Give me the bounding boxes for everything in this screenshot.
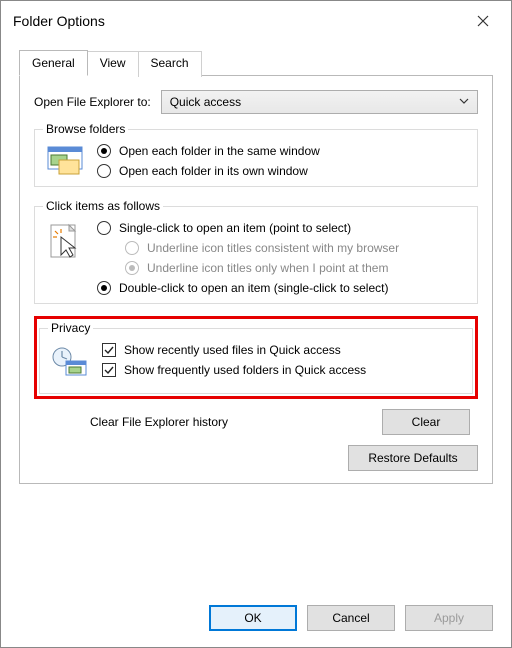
restore-defaults-button[interactable]: Restore Defaults <box>348 445 478 471</box>
open-explorer-row: Open File Explorer to: Quick access <box>34 90 478 114</box>
window-folder-icon <box>47 146 83 178</box>
tab-panel-general: Open File Explorer to: Quick access Brow… <box>19 75 493 484</box>
radio-icon <box>125 241 139 255</box>
clear-history-row: Clear File Explorer history Clear <box>90 409 470 435</box>
click-items-legend: Click items as follows <box>43 199 163 213</box>
check-icon <box>104 365 114 375</box>
browse-folders-icon <box>43 144 87 178</box>
radio-icon <box>97 221 111 235</box>
apply-button[interactable]: Apply <box>405 605 493 631</box>
privacy-legend: Privacy <box>48 321 93 335</box>
checkbox-icon <box>102 343 116 357</box>
checkbox-frequent-folders-label: Show frequently used folders in Quick ac… <box>124 363 366 377</box>
radio-single-click-label: Single-click to open an item (point to s… <box>119 221 351 235</box>
open-explorer-value: Quick access <box>170 95 241 109</box>
open-explorer-select[interactable]: Quick access <box>161 90 478 114</box>
titlebar: Folder Options <box>1 1 511 41</box>
radio-same-window-label: Open each folder in the same window <box>119 144 320 158</box>
open-explorer-label: Open File Explorer to: <box>34 95 151 109</box>
radio-own-window[interactable]: Open each folder in its own window <box>97 164 469 178</box>
folder-options-dialog: Folder Options General View Search Open … <box>0 0 512 648</box>
radio-underline-point: Underline icon titles only when I point … <box>125 261 469 275</box>
radio-double-click-label: Double-click to open an item (single-cli… <box>119 281 388 295</box>
restore-defaults-row: Restore Defaults <box>34 445 478 471</box>
window-title: Folder Options <box>13 13 105 29</box>
click-items-icon <box>43 221 87 263</box>
tab-strip: General View Search <box>19 49 493 75</box>
tab-view[interactable]: View <box>88 51 139 77</box>
radio-icon <box>97 164 111 178</box>
checkbox-recent-files-label: Show recently used files in Quick access <box>124 343 341 357</box>
group-browse-folders: Browse folders Open each folde <box>34 122 478 187</box>
radio-icon <box>97 281 111 295</box>
privacy-icon <box>48 343 92 385</box>
radio-single-click[interactable]: Single-click to open an item (point to s… <box>97 221 469 235</box>
clear-history-label: Clear File Explorer history <box>90 415 228 429</box>
privacy-highlight: Privacy <box>34 316 478 399</box>
radio-own-window-label: Open each folder in its own window <box>119 164 308 178</box>
group-privacy: Privacy <box>39 321 473 394</box>
radio-icon <box>125 261 139 275</box>
radio-underline-browser-label: Underline icon titles consistent with my… <box>147 241 399 255</box>
history-files-icon <box>50 345 90 385</box>
radio-icon <box>97 144 111 158</box>
cancel-button[interactable]: Cancel <box>307 605 395 631</box>
tab-general[interactable]: General <box>19 50 88 76</box>
checkbox-recent-files[interactable]: Show recently used files in Quick access <box>102 343 464 357</box>
group-click-items: Click items as follows <box>34 199 478 304</box>
dialog-footer: OK Cancel Apply <box>1 589 511 647</box>
document-cursor-icon <box>47 223 83 263</box>
radio-double-click[interactable]: Double-click to open an item (single-cli… <box>97 281 469 295</box>
radio-underline-browser: Underline icon titles consistent with my… <box>125 241 469 255</box>
dialog-body: General View Search Open File Explorer t… <box>1 41 511 589</box>
tab-search[interactable]: Search <box>139 51 202 77</box>
radio-same-window[interactable]: Open each folder in the same window <box>97 144 469 158</box>
close-button[interactable] <box>465 7 501 35</box>
radio-underline-point-label: Underline icon titles only when I point … <box>147 261 388 275</box>
close-icon <box>477 15 489 27</box>
ok-button[interactable]: OK <box>209 605 297 631</box>
clear-button[interactable]: Clear <box>382 409 470 435</box>
browse-folders-legend: Browse folders <box>43 122 128 136</box>
checkbox-frequent-folders[interactable]: Show frequently used folders in Quick ac… <box>102 363 464 377</box>
chevron-down-icon <box>459 95 469 109</box>
check-icon <box>104 345 114 355</box>
checkbox-icon <box>102 363 116 377</box>
